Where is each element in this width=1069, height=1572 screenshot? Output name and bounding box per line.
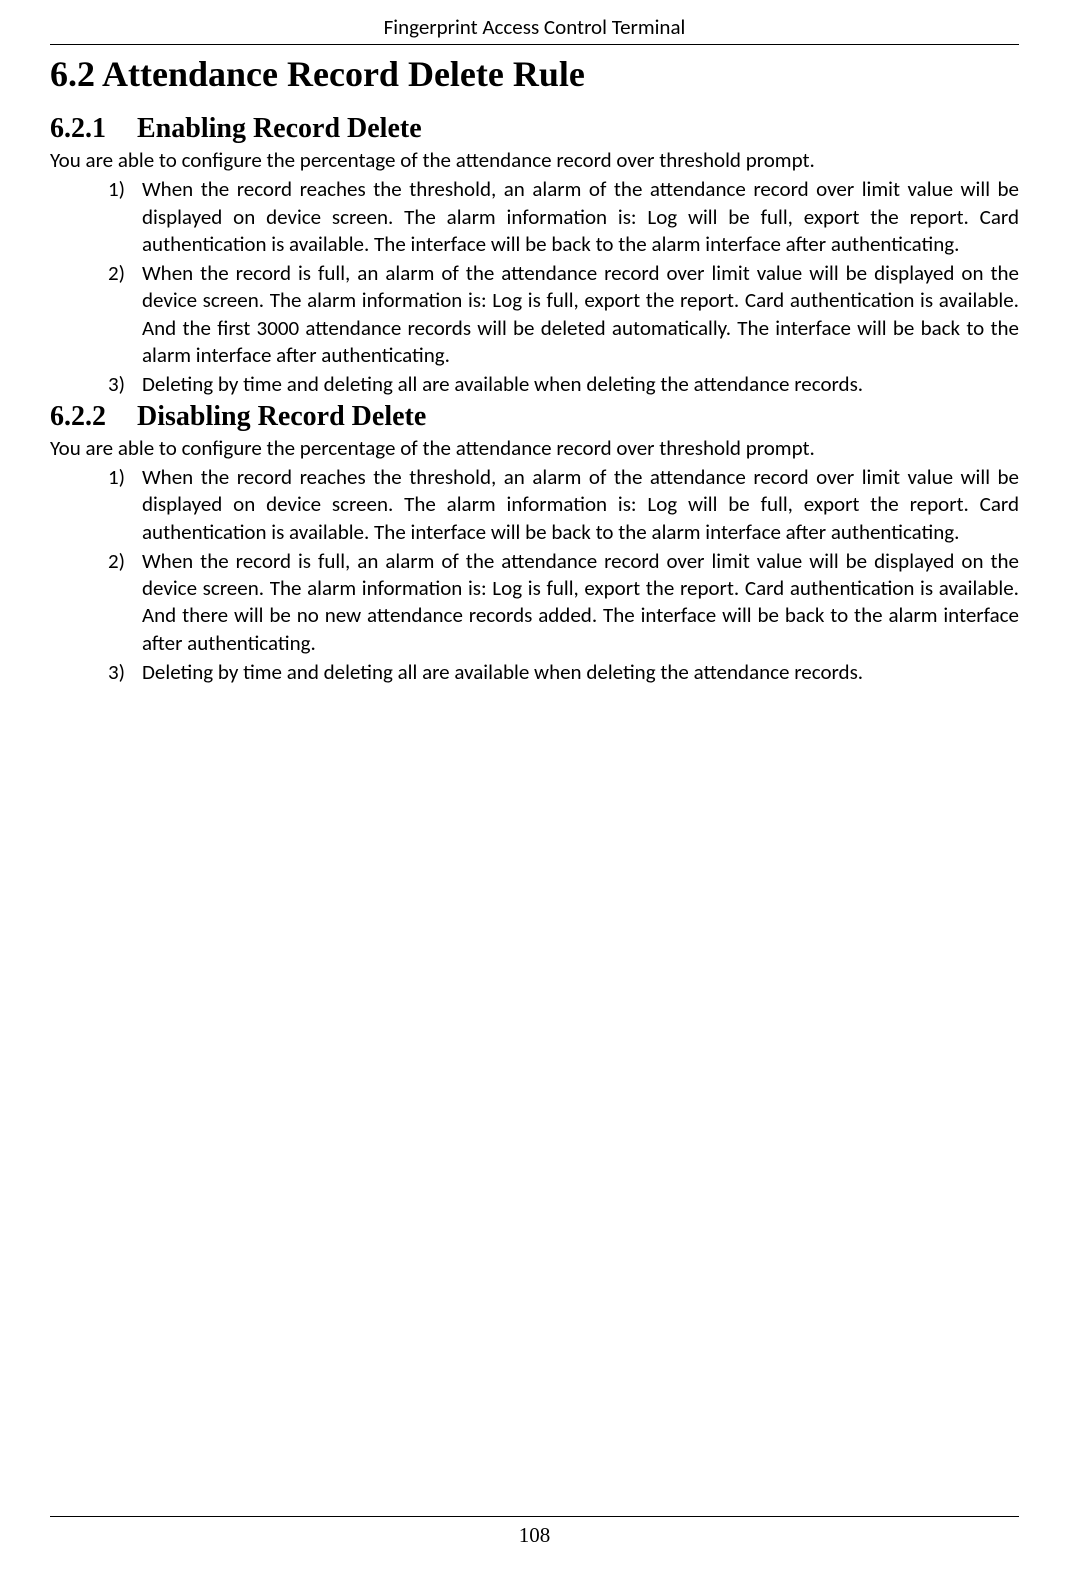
list-item-content: Deleting by time and deleting all are av… <box>142 659 1019 686</box>
subsection-number-2: 6.2.2 <box>50 401 130 433</box>
page-number: 108 <box>519 1523 551 1547</box>
ordered-list-2: 1) When the record reaches the threshold… <box>108 464 1019 686</box>
subsection-intro-1: You are able to configure the percentage… <box>50 147 1019 174</box>
list-item-content: When the record is full, an alarm of the… <box>142 260 1019 369</box>
subsection-heading-1: 6.2.1 Enabling Record Delete <box>50 113 1019 145</box>
list-item-number: 3) <box>108 371 142 398</box>
subsection-title-2: Disabling Record Delete <box>137 401 426 432</box>
list-item-content: When the record reaches the threshold, a… <box>142 464 1019 546</box>
section-heading: 6.2 Attendance Record Delete Rule <box>50 53 1019 95</box>
list-item: 1) When the record reaches the threshold… <box>108 176 1019 258</box>
subsection-intro-2: You are able to configure the percentage… <box>50 435 1019 462</box>
list-item-content: When the record is full, an alarm of the… <box>142 548 1019 657</box>
list-item-number: 2) <box>108 260 142 369</box>
subsection-heading-2: 6.2.2 Disabling Record Delete <box>50 401 1019 433</box>
list-item: 3) Deleting by time and deleting all are… <box>108 371 1019 398</box>
subsection-number-1: 6.2.1 <box>50 113 130 145</box>
list-item-number: 2) <box>108 548 142 657</box>
page-footer: 108 <box>50 1516 1019 1548</box>
list-item: 3) Deleting by time and deleting all are… <box>108 659 1019 686</box>
ordered-list-1: 1) When the record reaches the threshold… <box>108 176 1019 398</box>
subsection-title-1: Enabling Record Delete <box>137 113 422 144</box>
list-item-number: 1) <box>108 464 142 546</box>
list-item-content: When the record reaches the threshold, a… <box>142 176 1019 258</box>
list-item: 2) When the record is full, an alarm of … <box>108 260 1019 369</box>
list-item: 1) When the record reaches the threshold… <box>108 464 1019 546</box>
list-item-number: 1) <box>108 176 142 258</box>
list-item: 2) When the record is full, an alarm of … <box>108 548 1019 657</box>
page-header: Fingerprint Access Control Terminal <box>50 0 1019 45</box>
list-item-content: Deleting by time and deleting all are av… <box>142 371 1019 398</box>
header-title: Fingerprint Access Control Terminal <box>384 14 686 40</box>
list-item-number: 3) <box>108 659 142 686</box>
